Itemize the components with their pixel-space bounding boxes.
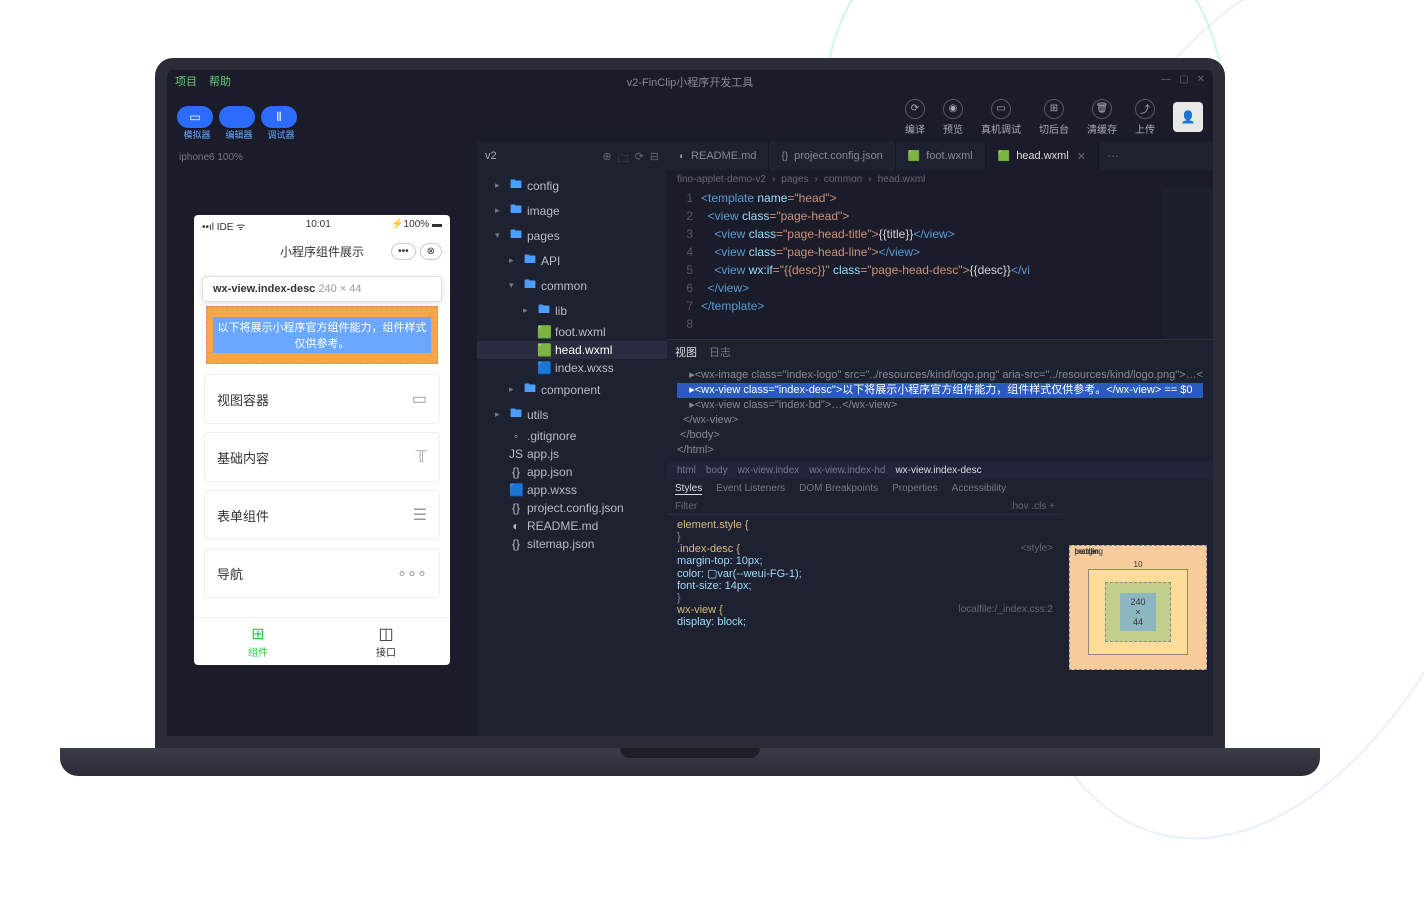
- status-battery: ⚡100% ▬: [391, 219, 442, 233]
- tree-node[interactable]: ▾🖿common: [477, 273, 667, 298]
- toolbar-mode-button[interactable]: ⫴: [261, 106, 297, 128]
- refresh-icon[interactable]: ⟳: [635, 150, 644, 169]
- minimap[interactable]: [1163, 189, 1213, 339]
- laptop-frame: 项目 帮助 v2-FinClip小程序开发工具 — ▢ ✕ ▭ ⫴ ⟳编译 ◉预览 ▭…: [155, 58, 1225, 776]
- toolbar-action-预览[interactable]: ◉预览: [943, 99, 963, 136]
- box-model: margin10 border padding 240 × 44: [1063, 479, 1213, 736]
- toolbar-mode-button[interactable]: ▭: [177, 106, 213, 128]
- tree-node[interactable]: 🟦index.wxss: [477, 359, 667, 377]
- menubar: 项目 帮助 v2-FinClip小程序开发工具 — ▢ ✕: [167, 70, 1213, 92]
- menu-item[interactable]: 导航∘∘∘: [204, 548, 440, 598]
- styles-filter-actions[interactable]: :hov .cls +: [1010, 501, 1055, 512]
- tree-node[interactable]: {}sitemap.json: [477, 535, 667, 553]
- tabs-more-icon[interactable]: ⋯: [1099, 142, 1127, 170]
- close-circle-icon[interactable]: ⊗: [420, 243, 442, 260]
- inspector-tooltip: wx-view.index-desc 240 × 44: [202, 276, 442, 302]
- collapse-icon[interactable]: ⊟: [650, 150, 659, 169]
- editor-tab[interactable]: {}project.config.json: [769, 142, 895, 170]
- simulator-panel: iphone6 100% ••ıl IDE ᯤ 10:01 ⚡100% ▬ 小程…: [167, 142, 477, 736]
- status-signal: ••ıl IDE ᯤ: [202, 219, 245, 233]
- project-root[interactable]: v2: [485, 150, 497, 169]
- editor-tab[interactable]: 🟩foot.wxml: [896, 142, 986, 170]
- styles-tab[interactable]: Accessibility: [952, 483, 1006, 495]
- styles-tab[interactable]: Event Listeners: [716, 483, 785, 495]
- tree-node[interactable]: ▸🖿component: [477, 377, 667, 402]
- ide-window: 项目 帮助 v2-FinClip小程序开发工具 — ▢ ✕ ▭ ⫴ ⟳编译 ◉预览 ▭…: [167, 70, 1213, 736]
- css-rules[interactable]: element.style { } .index-desc {<style> m…: [667, 515, 1063, 632]
- tree-node[interactable]: {}app.json: [477, 463, 667, 481]
- styles-tab[interactable]: Styles: [675, 483, 702, 495]
- phone-tab[interactable]: ◫接口: [322, 618, 450, 665]
- camera-dot: [687, 62, 693, 68]
- tree-node[interactable]: ▸🖿utils: [477, 402, 667, 427]
- tree-node[interactable]: ▸🖿config: [477, 173, 667, 198]
- tree-node[interactable]: ▾🖿pages: [477, 223, 667, 248]
- devtools-tab-console[interactable]: 日志: [709, 344, 731, 360]
- file-explorer: v2 ⊕ 🗀 ⟳ ⊟ ▸🖿config▸🖿image▾🖿pages▸🖿API▾🖿…: [477, 142, 667, 736]
- menu-item[interactable]: 表单组件☰: [204, 490, 440, 540]
- tree-node[interactable]: ▸🖿lib: [477, 298, 667, 323]
- code-editor[interactable]: 12345678 <template name="head"> <view cl…: [667, 189, 1213, 339]
- menu-project[interactable]: 项目: [175, 73, 197, 89]
- new-folder-icon[interactable]: 🗀: [618, 150, 629, 169]
- devtools-tab-elements[interactable]: 视图: [675, 344, 697, 360]
- toolbar-action-切后台[interactable]: ⊞切后台: [1039, 99, 1069, 136]
- dom-path[interactable]: htmlbodywx-view.indexwx-view.index-hdwx-…: [667, 462, 1213, 479]
- toolbar-action-编译[interactable]: ⟳编译: [905, 99, 925, 136]
- styles-tab[interactable]: Properties: [892, 483, 938, 495]
- tree-node[interactable]: ▸🖿API: [477, 248, 667, 273]
- minimize-icon[interactable]: —: [1161, 74, 1171, 85]
- maximize-icon[interactable]: ▢: [1179, 74, 1188, 85]
- menu-item[interactable]: 基础内容𝕋: [204, 432, 440, 482]
- styles-filter-input[interactable]: Filter: [675, 501, 697, 512]
- tree-node[interactable]: 🟩foot.wxml: [477, 323, 667, 341]
- tree-node[interactable]: ◦.gitignore: [477, 427, 667, 445]
- tree-node[interactable]: JSapp.js: [477, 445, 667, 463]
- tree-node[interactable]: {}project.config.json: [477, 499, 667, 517]
- window-title: v2-FinClip小程序开发工具: [627, 74, 754, 90]
- devtools: 视图 日志 ▸<wx-image class="index-logo" src=…: [667, 339, 1213, 736]
- dom-tree[interactable]: ▸<wx-image class="index-logo" src="../re…: [667, 364, 1213, 462]
- toolbar-action-真机调试[interactable]: ▭真机调试: [981, 99, 1021, 136]
- tree-node[interactable]: ▸🖿image: [477, 198, 667, 223]
- laptop-base: [60, 748, 1320, 776]
- styles-tab[interactable]: DOM Breakpoints: [799, 483, 878, 495]
- editor-tab[interactable]: ◐README.md: [667, 142, 769, 170]
- window-controls: — ▢ ✕: [1161, 74, 1205, 85]
- menu-dots-icon[interactable]: •••: [391, 243, 416, 260]
- page-title: 小程序组件展示: [280, 243, 364, 260]
- highlighted-element[interactable]: 以下将展示小程序官方组件能力，组件样式仅供参考。: [206, 306, 438, 364]
- avatar[interactable]: 👤: [1173, 102, 1203, 132]
- toolbar: ▭⫴ ⟳编译◉预览▭真机调试⊞切后台🗑清缓存⤴上传 👤 模拟器编辑器调试器: [167, 92, 1213, 142]
- status-time: 10:01: [306, 219, 331, 233]
- toolbar-mode-button[interactable]: [219, 106, 255, 128]
- toolbar-action-清缓存[interactable]: 🗑清缓存: [1087, 99, 1117, 136]
- editor-panel: ◐README.md{}project.config.json🟩foot.wxm…: [667, 142, 1213, 736]
- editor-tab[interactable]: 🟩head.wxml✕: [986, 142, 1099, 170]
- new-file-icon[interactable]: ⊕: [602, 150, 611, 169]
- toolbar-action-上传[interactable]: ⤴上传: [1135, 99, 1155, 136]
- tree-node[interactable]: ◐README.md: [477, 517, 667, 535]
- phone-tab[interactable]: ⊞组件: [194, 618, 322, 665]
- tree-node[interactable]: 🟦app.wxss: [477, 481, 667, 499]
- menu-item[interactable]: 视图容器▭: [204, 374, 440, 424]
- device-info: iphone6 100%: [175, 150, 469, 165]
- menu-help[interactable]: 帮助: [209, 73, 231, 89]
- close-icon[interactable]: ✕: [1197, 74, 1205, 85]
- phone-preview: ••ıl IDE ᯤ 10:01 ⚡100% ▬ 小程序组件展示 •••⊗ wx…: [194, 215, 450, 665]
- breadcrumb: fino-applet-demo-v2›pages›common›head.wx…: [667, 170, 1213, 189]
- tree-node[interactable]: 🟩head.wxml: [477, 341, 667, 359]
